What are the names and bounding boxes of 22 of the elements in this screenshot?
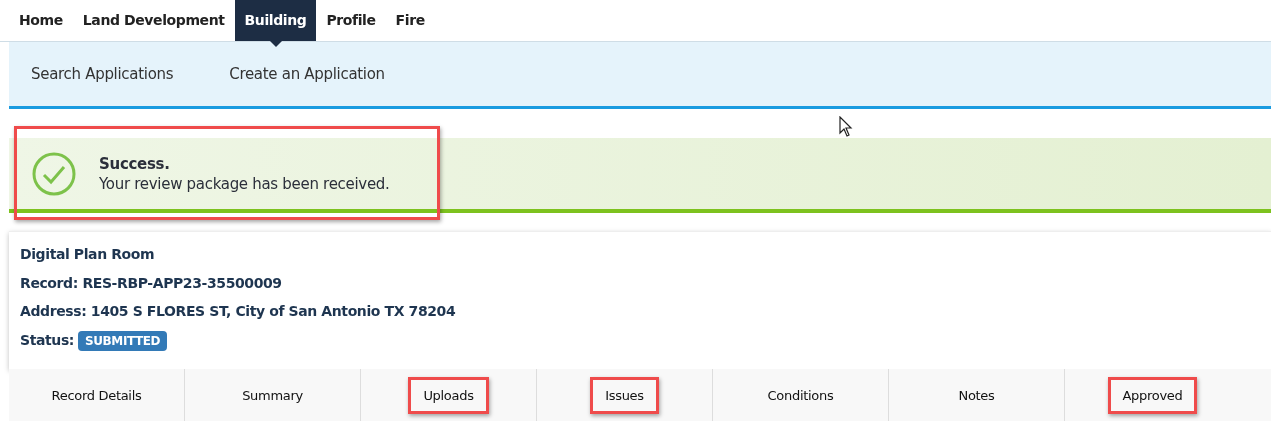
record-number: Record: RES-RBP-APP23-35500009	[20, 273, 283, 293]
highlighted-tab-label: Approved	[1107, 376, 1198, 414]
check-circle-icon	[31, 150, 77, 197]
alert-message: Your review package has been received.	[99, 173, 390, 194]
tab-label: Summary	[241, 386, 304, 405]
mouse-pointer-icon	[839, 116, 853, 138]
status-label: Status:	[20, 331, 74, 348]
tab-label: Notes	[957, 386, 996, 405]
sub-nav-link[interactable]: Search Applications	[31, 65, 174, 83]
tab-label: Record Details	[50, 386, 143, 405]
highlighted-tab-label: Issues	[590, 376, 659, 414]
record-address: Address: 1405 S FLORES ST, City of San Antonio TX 78204	[20, 302, 457, 321]
nav-tab[interactable]: Profile	[316, 0, 386, 41]
record-title: Digital Plan Room	[20, 245, 156, 264]
nav-tab[interactable]: Home	[9, 0, 73, 41]
alert-title: Success.	[99, 153, 171, 174]
nav-tab[interactable]: Fire	[385, 0, 435, 41]
status-badge: SUBMITTED	[78, 330, 168, 351]
nav-tab[interactable]: Land Development	[72, 0, 235, 41]
tab-label: Conditions	[766, 386, 835, 405]
sub-nav-link[interactable]: Create an Application	[229, 65, 385, 83]
highlighted-tab-label: Uploads	[408, 376, 489, 414]
